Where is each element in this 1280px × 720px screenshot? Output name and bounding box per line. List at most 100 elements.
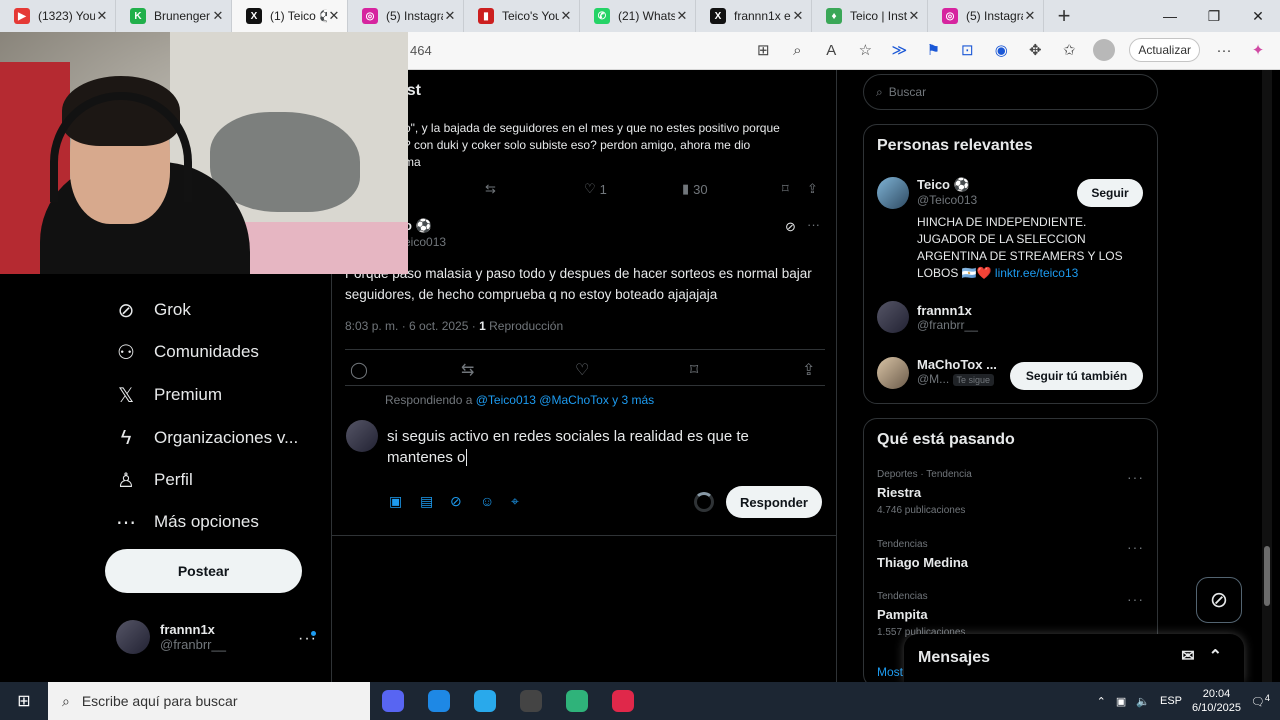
image-icon[interactable]: ▣ (389, 493, 402, 510)
messages-drawer[interactable]: Mensajes ✉ ⌃ (904, 634, 1244, 682)
extension-wave-icon[interactable]: ≫ (889, 40, 909, 60)
gif-icon[interactable]: ▤ (420, 493, 433, 510)
reply-input[interactable]: si seguis activo en redes sociales la re… (387, 426, 807, 468)
clock[interactable]: 20:04 6/10/2025 (1192, 687, 1241, 715)
like-button[interactable]: ♡ 1 (584, 181, 607, 197)
zoom-icon[interactable]: ⌕ (787, 40, 807, 60)
browser-tab[interactable]: ▶ (1323) YouTu✕ (0, 0, 116, 32)
grok-icon[interactable]: ⊘ (450, 493, 462, 510)
search-input[interactable]: ⌕ Buscar (863, 74, 1158, 110)
tab-close-icon[interactable]: ✕ (95, 8, 109, 24)
share-icon[interactable]: ⇪ (802, 360, 815, 380)
retweet-icon[interactable]: ⇆ (461, 360, 474, 380)
browser-menu-icon[interactable]: ··· (1214, 40, 1234, 60)
extensions-puzzle-icon[interactable]: ✥ (1025, 40, 1045, 60)
grok-float-button[interactable]: ⊘ (1196, 577, 1242, 623)
nav-grok[interactable]: ⊘ Grok (114, 298, 191, 322)
bookmark-icon[interactable]: ⌑ (782, 181, 789, 197)
trend-more-icon[interactable]: ··· (1127, 469, 1144, 485)
bio-link[interactable]: linktr.ee/teico13 (995, 266, 1078, 280)
follow-back-button[interactable]: Seguir tú también (1010, 362, 1143, 390)
trend-name[interactable]: Riestra (877, 485, 921, 500)
copilot-icon[interactable]: ✦ (1248, 40, 1268, 60)
trend-name[interactable]: Pampita (877, 607, 928, 622)
windows-start-icon[interactable]: ⊞ (0, 682, 48, 720)
tab-close-icon[interactable]: ✕ (791, 8, 805, 24)
app-red[interactable] (600, 682, 646, 720)
taskbar-search[interactable]: ⌕ Escribe aquí para buscar (48, 682, 370, 720)
browser-tab[interactable]: ✆ (21) WhatsA✕ (580, 0, 696, 32)
tab-close-icon[interactable]: ✕ (443, 8, 457, 24)
app-obs[interactable] (508, 682, 554, 720)
tab-close-icon[interactable]: ✕ (1023, 8, 1037, 24)
account-switcher[interactable]: frannn1x @franbrr__ (116, 620, 226, 654)
reply-icon[interactable]: ◯ (350, 360, 368, 380)
location-icon[interactable]: ⌖ (511, 493, 519, 510)
trend-more-icon[interactable]: ··· (1127, 591, 1144, 607)
browser-tab[interactable]: ▮ Teico's YouT✕ (464, 0, 580, 32)
nav-more-options[interactable]: ⋯ Más opciones (114, 510, 259, 534)
person-info[interactable]: MaChoTox ... @M... Te sigue (917, 357, 997, 386)
browser-tab[interactable]: X (1) Teico ⚽ ✕ (232, 0, 348, 32)
close-window-button[interactable]: ✕ (1236, 0, 1280, 32)
share-icon[interactable]: ⇪ (807, 181, 818, 197)
person-info[interactable]: frannn1x @franbrr__ (917, 303, 978, 332)
extension-flag-icon[interactable]: ⚑ (923, 40, 943, 60)
show-more-link[interactable]: Most (877, 665, 903, 679)
tweet-author-name[interactable]: o ⚽ (404, 218, 432, 234)
page-scrollbar[interactable] (1262, 70, 1272, 682)
chevron-up-icon[interactable]: ⌃ (1097, 695, 1106, 708)
follow-button[interactable]: Seguir (1077, 179, 1143, 207)
reply-button[interactable]: Responder (726, 486, 822, 518)
volume-icon[interactable]: 🔈 (1136, 695, 1150, 708)
favorite-star-icon[interactable]: ☆ (855, 40, 875, 60)
update-button[interactable]: Actualizar (1129, 38, 1200, 62)
maximize-button[interactable]: ❐ (1192, 0, 1236, 32)
person-info[interactable]: Teico ⚽ @Teico013 (917, 177, 977, 207)
tweet-more-icon[interactable]: ··· (807, 217, 820, 232)
profile-avatar[interactable] (1093, 39, 1116, 61)
new-tab-button[interactable]: + (1044, 3, 1084, 29)
avatar[interactable] (877, 301, 909, 333)
avatar[interactable] (877, 177, 909, 209)
minimize-button[interactable]: — (1148, 0, 1192, 32)
bookmark-icon[interactable]: ⌑ (690, 360, 698, 380)
browser-tab[interactable]: K Brunenger S✕ (116, 0, 232, 32)
expand-up-icon[interactable]: ⌃ (1209, 646, 1222, 666)
apps-icon[interactable]: ⊞ (753, 40, 773, 60)
app-edge[interactable] (416, 682, 462, 720)
tab-close-icon[interactable]: ✕ (559, 8, 573, 24)
extension-capture-icon[interactable]: ⊡ (957, 40, 977, 60)
retweet-icon[interactable]: ⇆ (485, 181, 496, 197)
language-indicator[interactable]: ESP (1160, 695, 1182, 707)
tab-close-icon[interactable]: ✕ (675, 8, 689, 24)
post-button[interactable]: Postear (105, 549, 302, 593)
trend-more-icon[interactable]: ··· (1127, 539, 1144, 555)
browser-tab[interactable]: ◎ (5) Instagrar✕ (348, 0, 464, 32)
network-icon[interactable]: ▣ (1116, 695, 1126, 708)
new-message-icon[interactable]: ✉ (1181, 646, 1194, 666)
app-discord[interactable] (370, 682, 416, 720)
views-button[interactable]: ▮ 30 (682, 181, 708, 197)
url-field[interactable]: 464 (410, 43, 432, 58)
replying-mentions[interactable]: @Teico013 @MaChoTox y 3 más (476, 393, 654, 407)
extension-copilot-icon[interactable]: ◉ (991, 40, 1011, 60)
favorites-list-icon[interactable]: ✩ (1059, 40, 1079, 60)
browser-tab[interactable]: ♦ Teico | Insta✕ (812, 0, 928, 32)
tab-close-icon[interactable]: ✕ (907, 8, 921, 24)
tab-close-icon[interactable]: ✕ (211, 8, 225, 24)
browser-tab[interactable]: ◎ (5) Instagrar✕ (928, 0, 1044, 32)
nav-communities[interactable]: ⚇ Comunidades (114, 340, 259, 364)
tweet-author-handle[interactable]: eico013 (404, 235, 446, 249)
nav-organizations[interactable]: ϟ Organizaciones v... (114, 426, 299, 450)
tab-close-icon[interactable]: ✕ (327, 8, 341, 24)
grok-icon[interactable]: ⊘ (785, 219, 796, 235)
trend-name[interactable]: Thiago Medina (877, 555, 968, 570)
nav-premium[interactable]: 𝕏 Premium (114, 383, 222, 407)
notifications-icon[interactable]: 🗨4 (1251, 693, 1270, 709)
emoji-icon[interactable]: ☺ (480, 493, 494, 509)
scrollbar-thumb[interactable] (1264, 546, 1270, 606)
app-telegram[interactable] (462, 682, 508, 720)
avatar[interactable] (877, 357, 909, 389)
read-aloud-icon[interactable]: A (821, 40, 841, 60)
